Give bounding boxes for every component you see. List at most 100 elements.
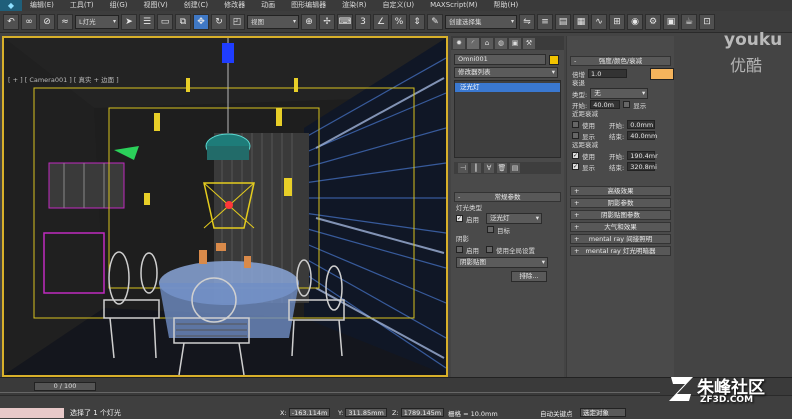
snap-toggle-icon[interactable]: 3 <box>355 13 371 30</box>
graphite-tools-icon[interactable]: ▦ <box>573 13 589 30</box>
menu-rendering[interactable]: 渲染(R) <box>334 0 374 11</box>
target-label: 目标 <box>497 226 510 235</box>
window-crossing-icon[interactable]: ⧉ <box>175 13 191 30</box>
object-name-field[interactable]: Omni001 <box>454 54 546 65</box>
decay-start-row: 开始: 40.0m 显示 <box>567 99 674 110</box>
utilities-tab-icon[interactable]: ⚒ <box>523 37 535 49</box>
menu-modifiers[interactable]: 修改器 <box>216 0 253 11</box>
x-value-field[interactable]: -163.114m <box>288 408 331 417</box>
pivot-center-icon[interactable]: ⊕ <box>301 13 317 30</box>
menu-animation[interactable]: 动画 <box>253 0 283 11</box>
spinner-snap-icon[interactable]: ⇕ <box>409 13 425 30</box>
near-end-spinner[interactable]: 40.0mm <box>627 131 657 140</box>
decay-type-dropdown[interactable]: 无 ▾ <box>590 88 649 99</box>
layer-manager-icon[interactable]: ▤ <box>555 13 571 30</box>
hierarchy-tab-icon[interactable]: ⌂ <box>481 37 493 49</box>
shadow-map-params-rollout[interactable]: + 阴影贴图参数 <box>570 210 671 220</box>
general-params-rollout[interactable]: - 常规参数 <box>454 192 561 202</box>
rendered-frame-icon[interactable]: ▣ <box>663 13 679 30</box>
mental-ray-indirect-rollout[interactable]: + mental ray 间接照明 <box>570 234 671 244</box>
use-global-checkbox[interactable] <box>486 246 493 253</box>
make-unique-icon[interactable]: ∀ <box>484 163 494 173</box>
z-value-field[interactable]: 1789.145m <box>400 408 445 417</box>
render-iterative-icon[interactable]: ⊡ <box>699 13 715 30</box>
modify-tab-icon[interactable]: ◜ <box>467 37 479 49</box>
menu-group[interactable]: 组(G) <box>102 0 136 11</box>
camera-viewport[interactable]: [ + ] [ Camera001 ] [ 真实 + 边面 ] <box>2 36 448 377</box>
menu-maxscript[interactable]: MAXScript(M) <box>422 0 485 11</box>
atmospheres-effects-rollout[interactable]: + 大气和效果 <box>570 222 671 232</box>
viewport-label[interactable]: [ + ] [ Camera001 ] [ 真实 + 边面 ] <box>8 74 148 84</box>
layer-filter-dropdown[interactable]: L灯光 ▾ <box>75 14 119 29</box>
light-type-dropdown[interactable]: 泛光灯 ▾ <box>486 213 542 224</box>
link-icon[interactable]: ∞ <box>21 13 37 30</box>
target-checkbox[interactable] <box>487 226 494 233</box>
curve-editor-icon[interactable]: ∿ <box>591 13 607 30</box>
render-production-icon[interactable]: ☕ <box>681 13 697 30</box>
undo-icon[interactable]: ↶ <box>3 13 19 30</box>
select-move-icon[interactable]: ✥ <box>193 13 209 30</box>
object-color-swatch[interactable] <box>549 54 559 65</box>
menu-edit[interactable]: 编辑(E) <box>22 0 62 11</box>
select-scale-icon[interactable]: ◰ <box>229 13 245 30</box>
far-end-spinner[interactable]: 320.8mi <box>627 162 657 171</box>
bind-spacewarp-icon[interactable]: ≈ <box>57 13 73 30</box>
exclude-button[interactable]: 排除... <box>511 271 547 282</box>
menu-create[interactable]: 创建(C) <box>176 0 216 11</box>
shadow-params-rollout[interactable]: + 阴影参数 <box>570 198 671 208</box>
near-show-label: 显示 <box>582 132 595 141</box>
angle-snap-icon[interactable]: ∠ <box>373 13 389 30</box>
maxscript-listener[interactable] <box>0 408 64 418</box>
decay-show-checkbox[interactable] <box>623 101 631 108</box>
unlink-icon[interactable]: ⊘ <box>39 13 55 30</box>
selected-objects-dropdown[interactable]: 选定对象 <box>580 408 626 417</box>
light-enabled-checkbox[interactable]: ✓ <box>456 215 463 222</box>
menu-help[interactable]: 帮助(H) <box>486 0 527 11</box>
show-end-result-icon[interactable]: ┃ <box>471 163 481 173</box>
motion-tab-icon[interactable]: ◍ <box>495 37 507 49</box>
advanced-effects-rollout[interactable]: + 高级效果 <box>570 186 671 196</box>
edit-named-selection-icon[interactable]: ✎ <box>427 13 443 30</box>
stack-item-omni[interactable]: 泛光灯 <box>455 83 560 92</box>
select-object-icon[interactable]: ➤ <box>121 13 137 30</box>
menu-tools[interactable]: 工具(T) <box>62 0 102 11</box>
named-selection-dropdown[interactable]: 创建选择集 ▾ <box>445 14 517 29</box>
shadow-type-dropdown[interactable]: 阴影贴图 ▾ <box>456 257 548 268</box>
select-manipulate-icon[interactable]: ✢ <box>319 13 335 30</box>
app-logo-icon[interactable]: ◆ <box>0 0 22 11</box>
align-icon[interactable]: ≡ <box>537 13 553 30</box>
configure-sets-icon[interactable]: ▤ <box>510 163 520 173</box>
reference-coordinate-dropdown[interactable]: 视图 ▾ <box>247 14 299 29</box>
light-color-swatch[interactable] <box>650 67 674 80</box>
multiplier-spinner[interactable]: 1.0 <box>588 69 628 78</box>
time-slider[interactable]: 0 / 100 <box>34 382 96 391</box>
mental-ray-shader-rollout[interactable]: + mental ray 灯光明暗器 <box>570 246 671 256</box>
remove-modifier-icon[interactable]: 🗑 <box>497 163 507 173</box>
mirror-icon[interactable]: ⇋ <box>519 13 535 30</box>
schematic-view-icon[interactable]: ⊞ <box>609 13 625 30</box>
y-value-field[interactable]: 311.85mm <box>345 408 387 417</box>
menu-view[interactable]: 视图(V) <box>136 0 176 11</box>
menu-customize[interactable]: 自定义(U) <box>374 0 422 11</box>
far-start-spinner[interactable]: 190.4mr <box>627 151 658 160</box>
pin-stack-icon[interactable]: ⊣ <box>458 163 468 173</box>
display-tab-icon[interactable]: ▣ <box>509 37 521 49</box>
rect-selection-icon[interactable]: ▭ <box>157 13 173 30</box>
menu-graph-editors[interactable]: 图形编辑器 <box>283 0 334 11</box>
intensity-rollout[interactable]: - 强度/颜色/衰减 <box>570 56 671 66</box>
near-start-spinner[interactable]: 0.0mm <box>627 120 656 129</box>
near-show-checkbox[interactable] <box>572 132 579 139</box>
select-rotate-icon[interactable]: ↻ <box>211 13 227 30</box>
keyboard-shortcut-icon[interactable]: ⌨ <box>337 13 353 30</box>
material-editor-icon[interactable]: ◉ <box>627 13 643 30</box>
modifier-list-dropdown[interactable]: 修改器列表 ▾ <box>454 67 558 78</box>
decay-start-spinner[interactable]: 40.0m <box>590 100 621 109</box>
render-setup-icon[interactable]: ⚙ <box>645 13 661 30</box>
percent-snap-icon[interactable]: % <box>391 13 407 30</box>
create-tab-icon[interactable]: ✹ <box>453 37 465 49</box>
select-by-name-icon[interactable]: ☰ <box>139 13 155 30</box>
far-use-checkbox[interactable]: ✓ <box>572 152 579 159</box>
far-show-checkbox[interactable]: ✓ <box>572 163 579 170</box>
shadows-enabled-checkbox[interactable] <box>456 246 463 253</box>
near-use-checkbox[interactable] <box>572 121 579 128</box>
